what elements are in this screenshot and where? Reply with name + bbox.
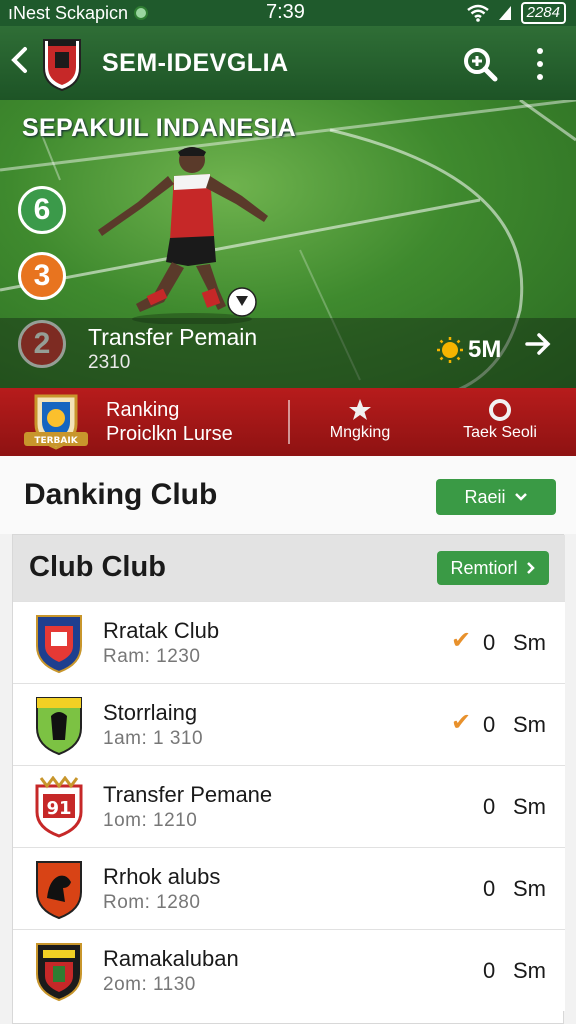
svg-text:91: 91 (46, 798, 71, 819)
club-row[interactable]: Ramakaluban 2om: 1130 0 Sm (13, 929, 565, 1011)
ranking-line-1: Ranking (106, 399, 180, 421)
rank-badge-2: 3 (18, 252, 66, 300)
signal-icon (498, 6, 511, 20)
chevron-left-icon (11, 46, 27, 73)
page-title: SEM-IDEVGLIA (102, 48, 289, 77)
club-list-title: Club Club (29, 551, 166, 583)
transfer-subtitle: 2310 (88, 352, 131, 373)
trophy-badge-icon: TERBAIK (24, 394, 88, 450)
club-name: Rratak Club (103, 618, 220, 643)
club-name: Storrlaing (103, 700, 198, 725)
club-meta: 1am: 1 310 (103, 728, 204, 749)
club-list-action-button[interactable]: Remtiorl (437, 551, 549, 585)
club-meta: Ram: 1230 (103, 646, 201, 667)
club-meta: 2om: 1130 (103, 974, 196, 995)
club-list-action-label: Remtiorl (450, 557, 518, 578)
club-logo (43, 39, 81, 92)
arrow-right-icon (525, 333, 551, 355)
club-value: 0 (483, 958, 496, 983)
tab-mngking-label: Mngking (329, 424, 391, 441)
danking-filter-button[interactable]: Raeii (436, 479, 556, 515)
club-value: 0 (483, 630, 496, 655)
checkmark-icon: ✔ (451, 709, 472, 736)
club-name: Rrhok alubs (103, 864, 221, 889)
club-crest-icon: 91 (35, 776, 83, 838)
tab-taek-seoli[interactable]: Taek Seoli (440, 396, 560, 442)
club-value: 0 (483, 794, 496, 819)
hero-banner[interactable]: SEPAKUIL INDANESIA 6 3 2 Transfer Pemain… (0, 100, 576, 388)
transfer-title: Transfer Pemain (88, 324, 258, 350)
danking-filter-label: Raeii (464, 486, 506, 507)
star-icon (349, 399, 371, 420)
club-meta: Rom: 1280 (103, 892, 201, 913)
club-unit: Sm (513, 794, 546, 819)
back-button[interactable] (4, 44, 34, 83)
danking-section: Danking Club Raeii (0, 456, 576, 534)
status-bar: ıNest Sckapicn 7:39 2284 (0, 0, 576, 26)
league-title: SEPAKUIL INDANESIA (22, 114, 296, 142)
club-unit: Sm (513, 958, 546, 983)
search-icon (464, 48, 498, 82)
club-unit: Sm (513, 630, 546, 655)
search-button[interactable] (462, 46, 498, 82)
svg-text:TERBAIK: TERBAIK (34, 436, 78, 446)
checkmark-icon: ✔ (451, 627, 472, 654)
section-title: Danking Club (24, 478, 218, 511)
band-divider (288, 400, 290, 444)
ranking-line-2: Proiclkn Lurse (106, 423, 233, 445)
club-crest-icon (36, 943, 82, 1002)
app-bar: SEM-IDEVGLIA (0, 26, 576, 100)
club-row[interactable]: Storrlaing 1am: 1 310 ✔ 0 Sm (13, 683, 565, 765)
chevron-down-icon (514, 493, 527, 501)
club-crest-icon (36, 861, 82, 920)
tab-mngking[interactable]: Mngking (300, 396, 420, 442)
clock: 7:39 (266, 1, 305, 23)
battery-indicator: 2284 (520, 2, 566, 24)
club-value: 0 (483, 876, 496, 901)
club-unit: Sm (513, 876, 546, 901)
circle-icon (489, 399, 511, 421)
club-meta: 1om: 1210 (103, 810, 198, 831)
transfer-amount: 5M (468, 336, 502, 363)
status-icons: 2284 (466, 2, 566, 24)
sun-icon (437, 337, 463, 363)
more-dot-icon (537, 74, 543, 80)
carrier-label: ıNest Sckapicn (8, 2, 129, 23)
club-name: Ramakaluban (103, 946, 239, 971)
more-options-button[interactable] (530, 48, 550, 80)
chevron-right-icon (526, 562, 535, 574)
hero-next-button[interactable] (524, 330, 552, 366)
tab-taek-seoli-label: Taek Seoli (463, 424, 537, 441)
club-crest-icon (36, 615, 82, 674)
club-value: 0 (483, 712, 496, 737)
ranking-label: Ranking Proiclkn Lurse (106, 398, 233, 446)
club-unit: Sm (513, 712, 546, 737)
club-crest-icon (36, 697, 82, 756)
carrier-area: ıNest Sckapicn (8, 2, 149, 24)
club-row[interactable]: Rrhok alubs Rom: 1280 0 Sm (13, 847, 565, 929)
ranking-band: TERBAIK Ranking Proiclkn Lurse Mngking T… (0, 388, 576, 456)
club-row[interactable]: 91 Transfer Pemane 1om: 1210 0 Sm (13, 765, 565, 847)
club-row[interactable]: Rratak Club Ram: 1230 ✔ 0 Sm (13, 601, 565, 683)
club-list-card: Club Club Remtiorl Rratak Club Ram: 1230… (12, 534, 565, 1024)
wifi-icon (466, 4, 489, 22)
more-dot-icon (537, 48, 543, 54)
club-list-header: Club Club Remtiorl (13, 535, 565, 601)
notification-icon (134, 6, 149, 20)
club-name: Transfer Pemane (103, 782, 273, 807)
more-dot-icon (537, 61, 543, 67)
rank-badge-1: 6 (18, 186, 66, 234)
player-image (98, 147, 268, 324)
